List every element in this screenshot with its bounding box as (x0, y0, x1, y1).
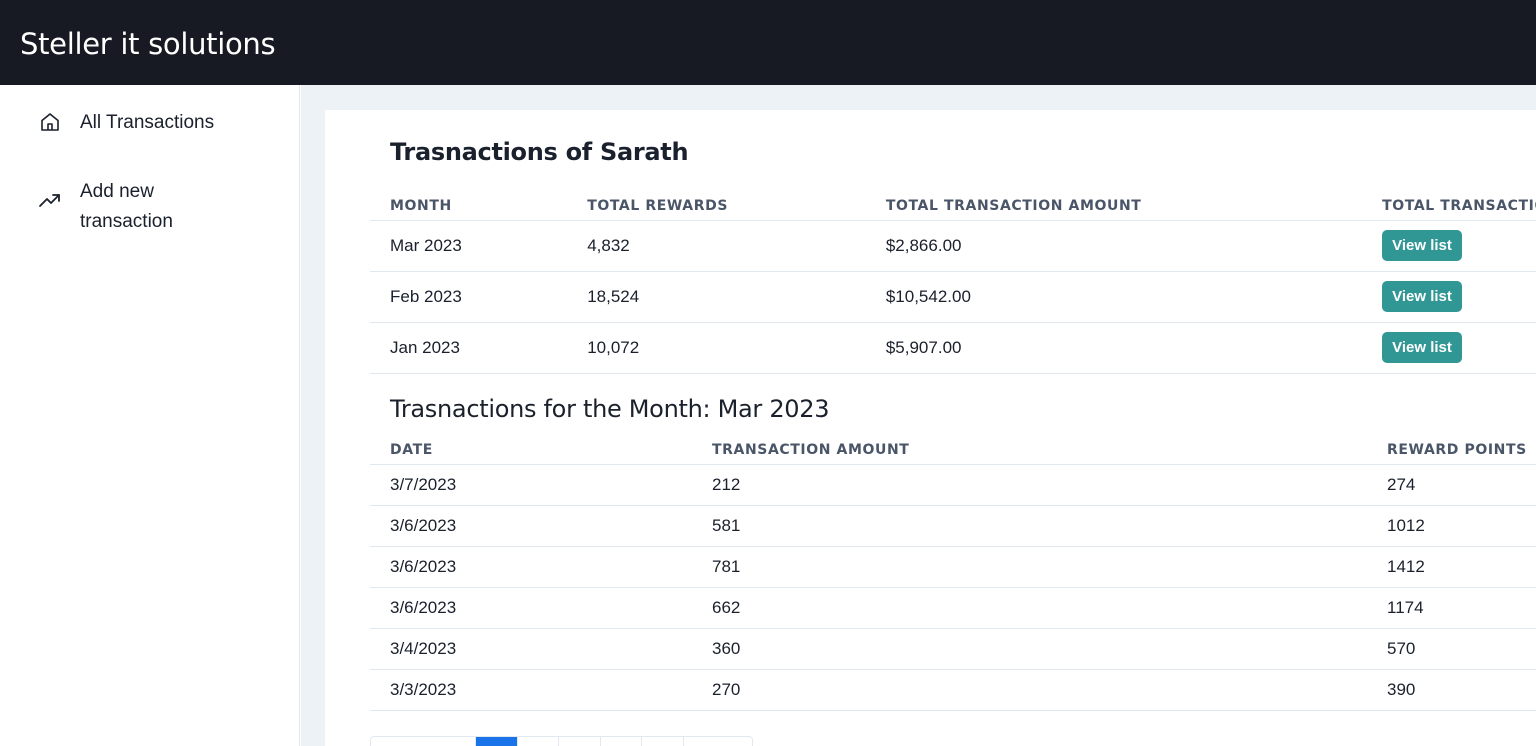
top-navbar: Steller it solutions (0, 0, 1536, 85)
action-cell: View list (1362, 220, 1536, 272)
column-header: TRANSACTION AMOUNT (692, 436, 1367, 465)
pagination-page-5[interactable] (642, 737, 684, 746)
sidebar-item-all-transactions[interactable]: All Transactions (38, 108, 220, 138)
amount-cell: 212 (692, 464, 1367, 506)
sidebar-item-add-transaction[interactable]: Add new transaction (38, 177, 220, 237)
amount-cell: 662 (692, 587, 1367, 629)
amount-cell: $2,866.00 (865, 220, 1363, 272)
app-title: Steller it solutions (20, 27, 276, 61)
home-icon (38, 110, 62, 134)
table-header-row: MONTH TOTAL REWARDS TOTAL TRANSACTION AM… (370, 192, 1536, 221)
column-header: DATE (370, 436, 692, 465)
amount-cell: 360 (692, 628, 1367, 670)
page-title: Trasnactions of Sarath (390, 138, 689, 166)
sidebar-item-label: Add new transaction (80, 181, 173, 232)
section-title: Trasnactions for the Month: Mar 2023 (390, 395, 830, 423)
action-cell: View list (1362, 271, 1536, 323)
sidebar: All Transactions Add new transaction (0, 85, 300, 746)
view-list-button[interactable]: View list (1382, 332, 1462, 363)
pagination-next-button[interactable] (684, 737, 752, 746)
table-header-row: DATE TRANSACTION AMOUNT REWARD POINTS (370, 436, 1536, 465)
month-cell: Feb 2023 (370, 271, 568, 323)
month-cell: Mar 2023 (370, 220, 568, 272)
table-row: 3/6/2023 581 1012 (370, 505, 1536, 547)
column-header: TOTAL TRANSACTION AMOUNT (865, 192, 1363, 221)
month-cell: Jan 2023 (370, 322, 568, 374)
sidebar-item-label: All Transactions (80, 112, 215, 133)
column-header: MONTH (370, 192, 568, 221)
summary-table: MONTH TOTAL REWARDS TOTAL TRANSACTION AM… (370, 192, 1536, 374)
date-cell: 3/7/2023 (370, 464, 692, 506)
points-cell: 390 (1367, 669, 1536, 711)
points-cell: 274 (1367, 464, 1536, 506)
table-row: 3/7/2023 212 274 (370, 464, 1536, 506)
amount-cell: $10,542.00 (865, 271, 1363, 323)
trending-up-icon (38, 189, 62, 213)
view-list-button[interactable]: View list (1382, 281, 1462, 312)
points-cell: 570 (1367, 628, 1536, 670)
date-cell: 3/6/2023 (370, 546, 692, 588)
date-cell: 3/3/2023 (370, 669, 692, 711)
amount-cell: 581 (692, 505, 1367, 547)
table-row: 3/6/2023 662 1174 (370, 587, 1536, 629)
pagination (370, 736, 753, 746)
pagination-prev-button[interactable] (371, 737, 476, 746)
date-cell: 3/6/2023 (370, 587, 692, 629)
content-card: Trasnactions of Sarath MONTH TOTAL REWAR… (325, 110, 1536, 746)
main-content: Trasnactions of Sarath MONTH TOTAL REWAR… (301, 85, 1536, 746)
amount-cell: $5,907.00 (865, 322, 1363, 374)
column-header: TOTAL TRANSACTIONS (1362, 192, 1536, 221)
view-list-button[interactable]: View list (1382, 230, 1462, 261)
table-row: 3/4/2023 360 570 (370, 628, 1536, 670)
table-row: 3/3/2023 270 390 (370, 669, 1536, 711)
column-header: REWARD POINTS (1367, 436, 1536, 465)
table-row: Feb 2023 18,524 $10,542.00 View list (370, 271, 1536, 323)
points-cell: 1012 (1367, 505, 1536, 547)
rewards-cell: 10,072 (567, 322, 866, 374)
rewards-cell: 18,524 (567, 271, 866, 323)
pagination-page-2[interactable] (518, 737, 559, 746)
amount-cell: 270 (692, 669, 1367, 711)
table-row: Jan 2023 10,072 $5,907.00 View list (370, 322, 1536, 374)
table-row: Mar 2023 4,832 $2,866.00 View list (370, 220, 1536, 272)
column-header: TOTAL REWARDS (567, 192, 866, 221)
pagination-page-4[interactable] (601, 737, 642, 746)
rewards-cell: 4,832 (567, 220, 866, 272)
table-row: 3/6/2023 781 1412 (370, 546, 1536, 588)
date-cell: 3/6/2023 (370, 505, 692, 547)
points-cell: 1412 (1367, 546, 1536, 588)
points-cell: 1174 (1367, 587, 1536, 629)
date-cell: 3/4/2023 (370, 628, 692, 670)
pagination-page-3[interactable] (559, 737, 601, 746)
pagination-page-1[interactable] (476, 737, 518, 746)
amount-cell: 781 (692, 546, 1367, 588)
monthly-transactions-table: DATE TRANSACTION AMOUNT REWARD POINTS 3/… (370, 436, 1536, 711)
action-cell: View list (1362, 322, 1536, 374)
